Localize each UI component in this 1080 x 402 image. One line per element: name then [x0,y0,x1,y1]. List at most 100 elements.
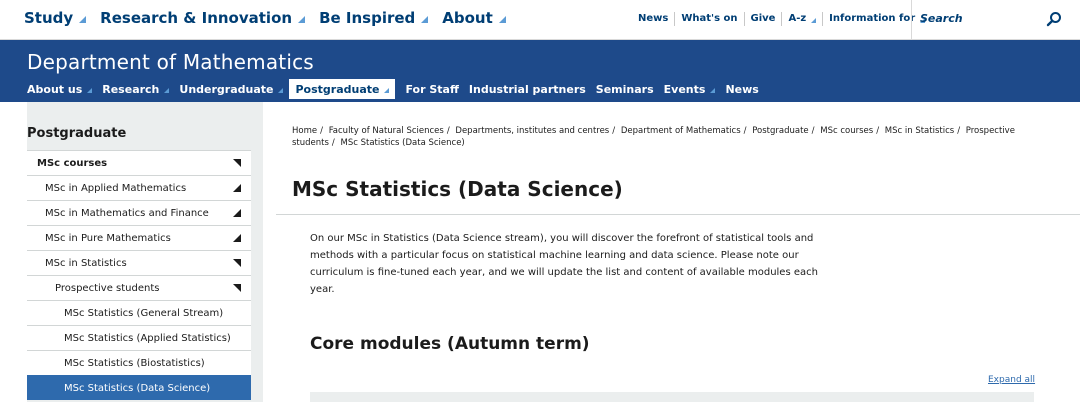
dept-nav-for-staff[interactable]: For Staff [405,79,458,99]
page-title: MSc Statistics (Data Science) [292,177,623,201]
sidebar-item-label: MSc Statistics (Biostatistics) [64,357,205,369]
sidebar-item-label: MSc Statistics (Applied Statistics) [64,332,231,344]
divider [276,214,1080,215]
breadcrumb-link[interactable]: MSc courses [820,126,873,136]
dept-nav-label: Seminars [595,82,654,96]
main-nav-study[interactable]: Study [24,9,87,27]
dropdown-arrow-icon [79,16,87,23]
dept-nav-label: Research [102,82,160,96]
sidebar-item-msc-statistics-biostatistics[interactable]: MSc Statistics (Biostatistics) [27,350,251,375]
dept-nav-news[interactable]: News [725,79,758,99]
section-heading: Core modules (Autumn term) [310,334,590,354]
dept-nav-label: For Staff [405,82,459,96]
dept-nav-label: Industrial partners [468,82,586,96]
expand-all-link[interactable]: Expand all [988,375,1035,385]
sidebar-item-prospective-students[interactable]: Prospective students [27,275,251,300]
intro-paragraph: On our MSc in Statistics (Data Science s… [310,233,818,295]
department-title[interactable]: Department of Mathematics [27,50,314,74]
department-nav: About us Research Undergraduate Postgraduat… [27,79,769,99]
breadcrumb-link[interactable]: Faculty of Natural Sciences [329,126,444,136]
expanded-arrow-icon[interactable] [233,159,241,167]
expanded-arrow-icon[interactable] [233,259,241,267]
sidebar-item-label: MSc in Pure Mathematics [45,232,171,244]
top-bar: Study Research & Innovation Be Inspired Abo… [0,0,1080,40]
dropdown-arrow-icon [384,87,390,93]
breadcrumb-link[interactable]: Home [292,126,317,136]
breadcrumb-separator: / [811,126,815,136]
dropdown-arrow-icon [164,87,170,93]
dept-nav-label: News [725,82,759,96]
sidebar-list: MSc courses MSc in Applied Mathematics MSc… [27,150,251,400]
expanded-arrow-icon[interactable] [233,284,241,292]
sidebar-item-msc-in-mathematics-and-finance[interactable]: MSc in Mathematics and Finance [27,200,251,225]
dept-nav-label: Postgraduate [295,82,380,96]
sidebar-item-label: MSc Statistics (Data Science) [64,382,211,394]
breadcrumb-separator: / [331,138,335,148]
utility-nav-label: Information for [829,13,916,24]
dropdown-arrow-icon [498,16,506,23]
sidebar-item-msc-statistics-applied-statistics[interactable]: MSc Statistics (Applied Statistics) [27,325,251,350]
breadcrumb-separator: / [320,126,323,136]
dropdown-arrow-icon [298,16,306,23]
utility-nav-give[interactable]: Give [743,12,782,26]
sidebar-item-msc-in-pure-mathematics[interactable]: MSc in Pure Mathematics [27,225,251,250]
search-input[interactable] [920,8,1040,28]
sidebar-item-label: MSc in Mathematics and Finance [45,207,209,219]
dept-nav-label: Events [663,82,706,96]
utility-nav-label: News [638,13,669,24]
collapsed-arrow-icon[interactable] [233,234,241,242]
collapsed-arrow-icon[interactable] [233,184,241,192]
sidebar-item-label: MSc in Applied Mathematics [45,182,187,194]
main-nav: Study Research & Innovation Be Inspired Abo… [24,9,520,27]
sidebar-item-msc-statistics-general-stream[interactable]: MSc Statistics (General Stream) [27,300,251,325]
sidebar-item-label: MSc Statistics (General Stream) [64,307,224,319]
dropdown-arrow-icon [87,87,93,93]
main-content: Home / Faculty of Natural Sciences / Depar… [276,102,1080,402]
breadcrumb-link[interactable]: MSc in Statistics [885,126,954,136]
dropdown-arrow-icon [710,87,716,93]
utility-nav: News What's on Give A-z Information for [638,12,931,26]
search-icon[interactable] [1046,11,1062,27]
accordion-panel[interactable] [310,392,1034,402]
breadcrumb-link[interactable]: Departments, institutes and centres [455,126,609,136]
dept-nav-industrial-partners[interactable]: Industrial partners [469,79,586,99]
main-nav-be-inspired[interactable]: Be Inspired [319,9,429,27]
breadcrumb-separator: / [743,126,747,136]
sidebar-title[interactable]: Postgraduate [27,126,126,141]
utility-nav-news[interactable]: News [638,12,674,26]
utility-nav-label: A-z [788,13,807,24]
sidebar-item-msc-courses[interactable]: MSc courses [27,150,251,175]
sidebar-item-label: MSc in Statistics [45,257,127,269]
dept-nav-events[interactable]: Events [664,79,716,99]
collapsed-arrow-icon[interactable] [233,209,241,217]
dropdown-arrow-icon [421,16,429,23]
main-nav-label: About [442,9,493,27]
breadcrumb-link[interactable]: Department of Mathematics [621,126,741,136]
breadcrumb-separator: / [446,126,450,136]
dept-nav-research[interactable]: Research [102,79,170,99]
dropdown-arrow-icon [278,87,284,93]
sidebar-item-msc-statistics-data-science[interactable]: MSc Statistics (Data Science) [27,375,251,400]
sidebar-item-msc-in-statistics[interactable]: MSc in Statistics [27,250,251,275]
dept-nav-label: Undergraduate [179,82,274,96]
dept-nav-undergraduate[interactable]: Undergraduate [179,79,284,99]
dept-nav-about-us[interactable]: About us [27,79,93,99]
dropdown-arrow-icon [811,17,817,23]
sidebar-item-label: Prospective students [55,282,160,294]
breadcrumb-separator: / [876,126,880,136]
utility-nav-what-s-on[interactable]: What's on [674,12,743,26]
main-nav-label: Study [24,9,74,27]
utility-nav-label: What's on [681,13,738,24]
main-nav-about[interactable]: About [442,9,506,27]
dept-nav-seminars[interactable]: Seminars [596,79,654,99]
sidebar-item-msc-in-applied-mathematics[interactable]: MSc in Applied Mathematics [27,175,251,200]
utility-nav-a-z[interactable]: A-z [781,12,822,26]
sidebar-item-label: MSc courses [37,157,108,169]
breadcrumb-link[interactable]: MSc Statistics (Data Science) [341,138,465,148]
dept-nav-postgraduate[interactable]: Postgraduate [289,79,396,99]
dept-nav-label: About us [27,82,83,96]
breadcrumb-link[interactable]: Postgraduate [752,126,808,136]
breadcrumb-separator: / [612,126,616,136]
search-box [911,0,1080,40]
main-nav-research-and-innovation[interactable]: Research & Innovation [100,9,306,27]
